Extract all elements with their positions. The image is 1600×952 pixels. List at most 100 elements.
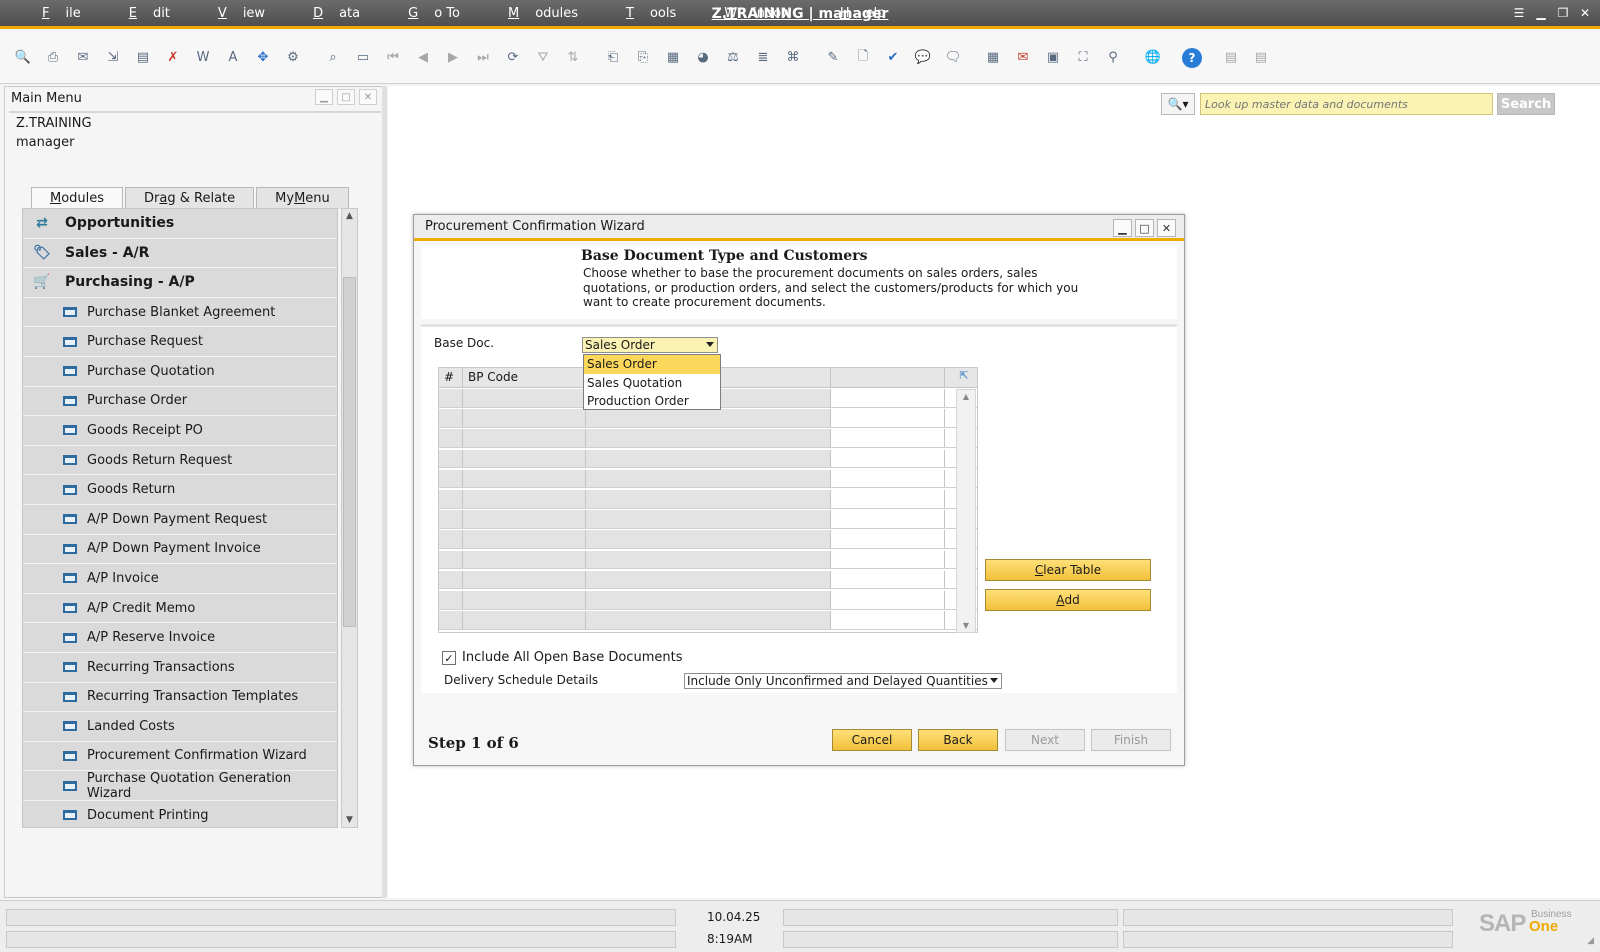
- alerts-icon[interactable]: ✉: [1012, 47, 1034, 69]
- payment-icon[interactable]: ◕: [692, 47, 714, 69]
- widget2-icon[interactable]: ▤: [1250, 47, 1272, 69]
- chat-icon[interactable]: 🗨: [942, 47, 964, 69]
- search-button[interactable]: Search: [1497, 93, 1555, 115]
- message-icon[interactable]: 💬: [912, 47, 934, 69]
- filter-icon[interactable]: ⛛: [532, 47, 554, 69]
- table-cell[interactable]: [831, 389, 945, 407]
- table-cell[interactable]: [439, 429, 463, 447]
- table-cell[interactable]: [439, 389, 463, 407]
- base-doc-select[interactable]: Sales Order: [582, 337, 718, 353]
- table-row[interactable]: [439, 530, 977, 549]
- search-input[interactable]: [1200, 93, 1493, 115]
- report-icon[interactable]: ⌘: [782, 47, 804, 69]
- web-icon[interactable]: 🌐: [1142, 47, 1164, 69]
- dropdown-option-production-order[interactable]: Production Order: [584, 392, 720, 411]
- add-button[interactable]: Add: [985, 589, 1151, 611]
- window-list-icon[interactable]: ☰: [1510, 5, 1528, 21]
- table-cell[interactable]: [463, 490, 586, 508]
- table-cell[interactable]: [831, 449, 945, 468]
- clear-table-button[interactable]: Clear Table: [985, 559, 1151, 581]
- module-item-purchase-request[interactable]: Purchase Request: [23, 327, 337, 357]
- table-cell[interactable]: [439, 611, 463, 629]
- table-cell[interactable]: [439, 409, 463, 427]
- table-cell[interactable]: [463, 611, 586, 629]
- table-cell[interactable]: [439, 449, 463, 468]
- table-cell[interactable]: [831, 510, 945, 528]
- move-icon[interactable]: ✥: [252, 47, 274, 69]
- include-all-checkbox[interactable]: ✓: [442, 651, 456, 665]
- scroll-down-icon[interactable]: ▼: [957, 621, 975, 630]
- excel-icon[interactable]: ✗: [162, 47, 184, 69]
- planner-icon[interactable]: ▣: [1042, 47, 1064, 69]
- table-cell[interactable]: [831, 611, 945, 629]
- email-icon[interactable]: ✉: [72, 47, 94, 69]
- tab-my-menu[interactable]: My Menu: [256, 187, 349, 209]
- grid-column-header[interactable]: BP Code: [463, 368, 586, 387]
- table-cell[interactable]: [831, 570, 945, 589]
- edit-icon[interactable]: ✎: [822, 47, 844, 69]
- module-item-goods-receipt-po[interactable]: Goods Receipt PO: [23, 416, 337, 446]
- table-cell[interactable]: [586, 490, 831, 508]
- table-row[interactable]: [439, 429, 977, 448]
- minimize-icon[interactable]: ▁: [315, 89, 333, 105]
- table-cell[interactable]: [439, 550, 463, 569]
- module-item-a-p-down-payment-request[interactable]: A/P Down Payment Request: [23, 504, 337, 535]
- table-cell[interactable]: [439, 469, 463, 488]
- journal-icon[interactable]: ≣: [752, 47, 774, 69]
- minimize-icon[interactable]: ▁: [1532, 5, 1550, 21]
- word-icon[interactable]: W: [192, 47, 214, 69]
- grid-column-header[interactable]: #: [439, 368, 463, 387]
- table-cell[interactable]: [831, 490, 945, 508]
- tab-modules[interactable]: Modules: [31, 187, 124, 209]
- table-cell[interactable]: [463, 591, 586, 609]
- table-row[interactable]: [439, 469, 977, 489]
- module-item-a-p-credit-memo[interactable]: A/P Credit Memo: [23, 593, 337, 624]
- grid-scrollbar[interactable]: ▲ ▼: [956, 389, 976, 633]
- module-item-document-printing[interactable]: Document Printing: [23, 800, 337, 827]
- scroll-up-icon[interactable]: ▲: [342, 209, 357, 223]
- last-record-icon[interactable]: ⏭: [472, 47, 494, 69]
- table-row[interactable]: [439, 449, 977, 469]
- table-row[interactable]: [439, 611, 977, 630]
- table-cell[interactable]: [586, 409, 831, 427]
- maximize-icon[interactable]: □: [337, 89, 355, 105]
- widget-icon[interactable]: ▤: [1220, 47, 1242, 69]
- module-item-a-p-invoice[interactable]: A/P Invoice: [23, 564, 337, 594]
- module-item-purchase-blanket-agreement[interactable]: Purchase Blanket Agreement: [23, 297, 337, 328]
- table-cell[interactable]: [439, 591, 463, 609]
- settings-icon[interactable]: ⚙: [282, 47, 304, 69]
- module-item-procurement-confirmation-wizard[interactable]: Procurement Confirmation Wizard: [23, 741, 337, 772]
- scroll-thumb[interactable]: [343, 277, 356, 627]
- table-row[interactable]: [439, 510, 977, 529]
- restore-icon[interactable]: ❐: [1554, 5, 1572, 21]
- finish-button[interactable]: Finish: [1091, 729, 1171, 751]
- table-cell[interactable]: [463, 469, 586, 488]
- table-cell[interactable]: [463, 570, 586, 589]
- table-cell[interactable]: [831, 550, 945, 569]
- back-button[interactable]: Back: [918, 729, 998, 751]
- module-item-recurring-transaction-templates[interactable]: Recurring Transaction Templates: [23, 682, 337, 713]
- table-cell[interactable]: [463, 530, 586, 548]
- resize-grip-icon[interactable]: ◢: [1587, 936, 1594, 946]
- search-icon[interactable]: 🔍▾: [1161, 93, 1195, 115]
- org-chart-icon[interactable]: ⛶: [1072, 47, 1094, 69]
- module-item-sales-a-r[interactable]: 🏷 Sales - A/R: [23, 238, 337, 269]
- minimize-icon[interactable]: ▁: [1113, 219, 1132, 237]
- table-row[interactable]: [439, 591, 977, 610]
- module-scrollbar[interactable]: ▲ ▼: [341, 208, 358, 828]
- close-icon[interactable]: ✕: [1576, 5, 1594, 21]
- table-cell[interactable]: [463, 449, 586, 468]
- delivery-schedule-select[interactable]: Include Only Unconfirmed and Delayed Qua…: [684, 673, 1002, 689]
- scroll-down-icon[interactable]: ▼: [342, 813, 357, 827]
- dropdown-option-sales-order[interactable]: Sales Order: [584, 355, 720, 374]
- table-cell[interactable]: [586, 611, 831, 629]
- module-item-opportunities[interactable]: ⇄ Opportunities: [23, 209, 337, 239]
- table-cell[interactable]: [586, 449, 831, 468]
- calendar-icon[interactable]: ▦: [982, 47, 1004, 69]
- find-icon[interactable]: ⌕: [322, 47, 344, 69]
- module-item-goods-return-request[interactable]: Goods Return Request: [23, 445, 337, 476]
- base-document-icon[interactable]: ⎗: [602, 47, 624, 69]
- user-icon[interactable]: ⚲: [1102, 47, 1124, 69]
- volume-weight-icon[interactable]: ⚖: [722, 47, 744, 69]
- module-item-landed-costs[interactable]: Landed Costs: [23, 712, 337, 742]
